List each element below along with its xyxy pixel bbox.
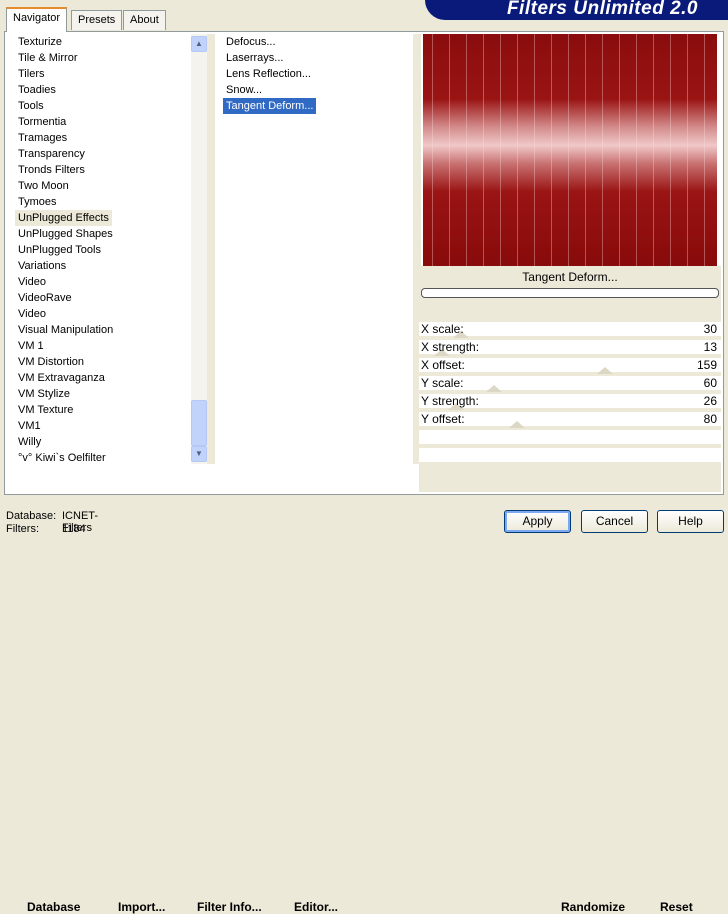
filter-item-label: Defocus... bbox=[226, 36, 276, 48]
category-item[interactable]: VM Extravaganza bbox=[15, 370, 191, 386]
tab-about[interactable]: About bbox=[123, 10, 166, 30]
import-button[interactable]: Import... bbox=[118, 900, 165, 914]
param-slider[interactable]: Y scale: 60 bbox=[419, 376, 721, 392]
param-slider[interactable]: X strength: 13 bbox=[419, 340, 721, 356]
param-slider[interactable]: X scale: 30 bbox=[419, 322, 721, 338]
reset-button[interactable]: Reset bbox=[660, 900, 693, 914]
filter-item[interactable]: Snow... bbox=[223, 82, 413, 98]
param-label: Y offset: bbox=[421, 412, 465, 426]
tab-navigator[interactable]: Navigator bbox=[6, 7, 68, 32]
filter-item-label: Lens Reflection... bbox=[226, 68, 311, 80]
editor-button[interactable]: Editor... bbox=[294, 900, 338, 914]
param-label: X scale: bbox=[421, 322, 464, 336]
category-item[interactable]: UnPlugged Effects bbox=[15, 210, 112, 226]
filter-item[interactable]: Lens Reflection... bbox=[223, 66, 413, 82]
filter-item-label: Laserrays... bbox=[226, 52, 284, 64]
category-item[interactable]: VM Distortion bbox=[15, 354, 191, 370]
category-item[interactable]: Tronds Filters bbox=[15, 162, 191, 178]
status-database: Database: ICNET-Filters bbox=[6, 510, 98, 534]
category-item[interactable]: Tools bbox=[15, 98, 191, 114]
category-item[interactable]: UnPlugged Tools bbox=[15, 242, 191, 258]
category-list[interactable]: Texturize Tile & Mirror Tilers Toadies Tools… bbox=[15, 34, 191, 466]
slider-thumb-icon[interactable] bbox=[508, 421, 525, 428]
category-item[interactable]: UnPlugged Shapes bbox=[15, 226, 191, 242]
category-item[interactable]: Two Moon bbox=[15, 178, 191, 194]
filter-item-label: Tangent Deform... bbox=[223, 98, 317, 114]
filter-item[interactable]: Laserrays... bbox=[223, 50, 413, 66]
category-item[interactable]: VM Texture bbox=[15, 402, 191, 418]
database-button[interactable]: Database bbox=[27, 900, 80, 914]
category-scrollbar[interactable]: ▲ ▼ bbox=[191, 34, 207, 464]
param-label: X offset: bbox=[421, 358, 465, 372]
filter-item-label: Snow... bbox=[226, 84, 263, 96]
filter-info-button[interactable]: Filter Info... bbox=[197, 900, 262, 914]
category-item[interactable]: VM 1 bbox=[15, 338, 191, 354]
filters-label: Filters: bbox=[6, 523, 39, 535]
param-value: 80 bbox=[703, 412, 717, 426]
empty-param-row bbox=[419, 430, 721, 446]
category-item[interactable]: VM1 bbox=[15, 418, 191, 434]
parameters-panel: Tangent Deform... X scale: 30 X strength: 1… bbox=[419, 266, 721, 492]
category-item[interactable]: VM Stylize bbox=[15, 386, 191, 402]
filter-item[interactable]: Defocus... bbox=[223, 34, 413, 50]
param-value: 30 bbox=[703, 322, 717, 336]
category-item[interactable]: Tile & Mirror bbox=[15, 50, 191, 66]
app-title: Filters Unlimited 2.0 bbox=[506, 0, 698, 19]
bottom-toolbar: Database Import... Filter Info... Editor… bbox=[5, 464, 721, 914]
param-label: X strength: bbox=[421, 340, 480, 354]
param-label: Y strength: bbox=[421, 394, 479, 408]
param-slider[interactable]: X offset: 159 bbox=[419, 358, 721, 374]
category-item[interactable]: Texturize bbox=[15, 34, 191, 50]
category-item[interactable]: Visual Manipulation bbox=[15, 322, 191, 338]
param-value: 60 bbox=[703, 376, 717, 390]
scroll-down-icon[interactable]: ▼ bbox=[191, 446, 207, 462]
param-slider[interactable]: Y offset: 80 bbox=[419, 412, 721, 428]
category-item[interactable]: Tramages bbox=[15, 130, 191, 146]
title-banner: Filters Unlimited 2.0 bbox=[425, 0, 728, 20]
scroll-thumb[interactable] bbox=[191, 400, 207, 446]
database-label: Database: bbox=[6, 510, 57, 522]
category-item[interactable]: Tilers bbox=[15, 66, 191, 82]
scroll-up-icon[interactable]: ▲ bbox=[191, 36, 207, 52]
filter-item[interactable]: Tangent Deform... bbox=[223, 98, 413, 114]
help-button[interactable]: Help bbox=[657, 510, 724, 533]
apply-button[interactable]: Apply bbox=[504, 510, 571, 533]
filter-list[interactable]: Defocus... Laserrays... Lens Reflection...… bbox=[223, 34, 413, 114]
slider-thumb-icon[interactable] bbox=[486, 385, 503, 392]
param-value: 159 bbox=[696, 358, 717, 372]
category-item[interactable]: Video bbox=[15, 306, 191, 322]
slider-thumb-icon[interactable] bbox=[597, 367, 614, 374]
category-item[interactable]: Tymoes bbox=[15, 194, 191, 210]
tab-presets[interactable]: Presets bbox=[71, 10, 123, 30]
navigator-panel: Texturize Tile & Mirror Tilers Toadies Tools… bbox=[4, 31, 724, 914]
param-slider[interactable]: Y strength: 26 bbox=[419, 394, 721, 410]
category-item[interactable]: Tormentia bbox=[15, 114, 191, 130]
category-item[interactable]: Transparency bbox=[15, 146, 191, 162]
filter-name: Tangent Deform... bbox=[522, 270, 618, 284]
category-item[interactable]: Toadies bbox=[15, 82, 191, 98]
category-item[interactable]: Willy bbox=[15, 434, 191, 450]
category-item[interactable]: VideoRave bbox=[15, 290, 191, 306]
param-label: Y scale: bbox=[421, 376, 464, 390]
divider bbox=[207, 34, 215, 464]
randomize-button[interactable]: Randomize bbox=[561, 900, 625, 914]
cancel-button[interactable]: Cancel bbox=[581, 510, 648, 533]
status-filters: Filters: 1184 bbox=[6, 523, 86, 535]
progress-bar bbox=[421, 288, 719, 298]
empty-param-row bbox=[419, 448, 721, 464]
category-item[interactable]: Variations bbox=[15, 258, 191, 274]
category-item[interactable]: Video bbox=[15, 274, 191, 290]
preview-image bbox=[423, 34, 717, 266]
param-value: 13 bbox=[703, 340, 717, 354]
param-value: 26 bbox=[703, 394, 717, 408]
filters-value: 1184 bbox=[62, 523, 86, 535]
